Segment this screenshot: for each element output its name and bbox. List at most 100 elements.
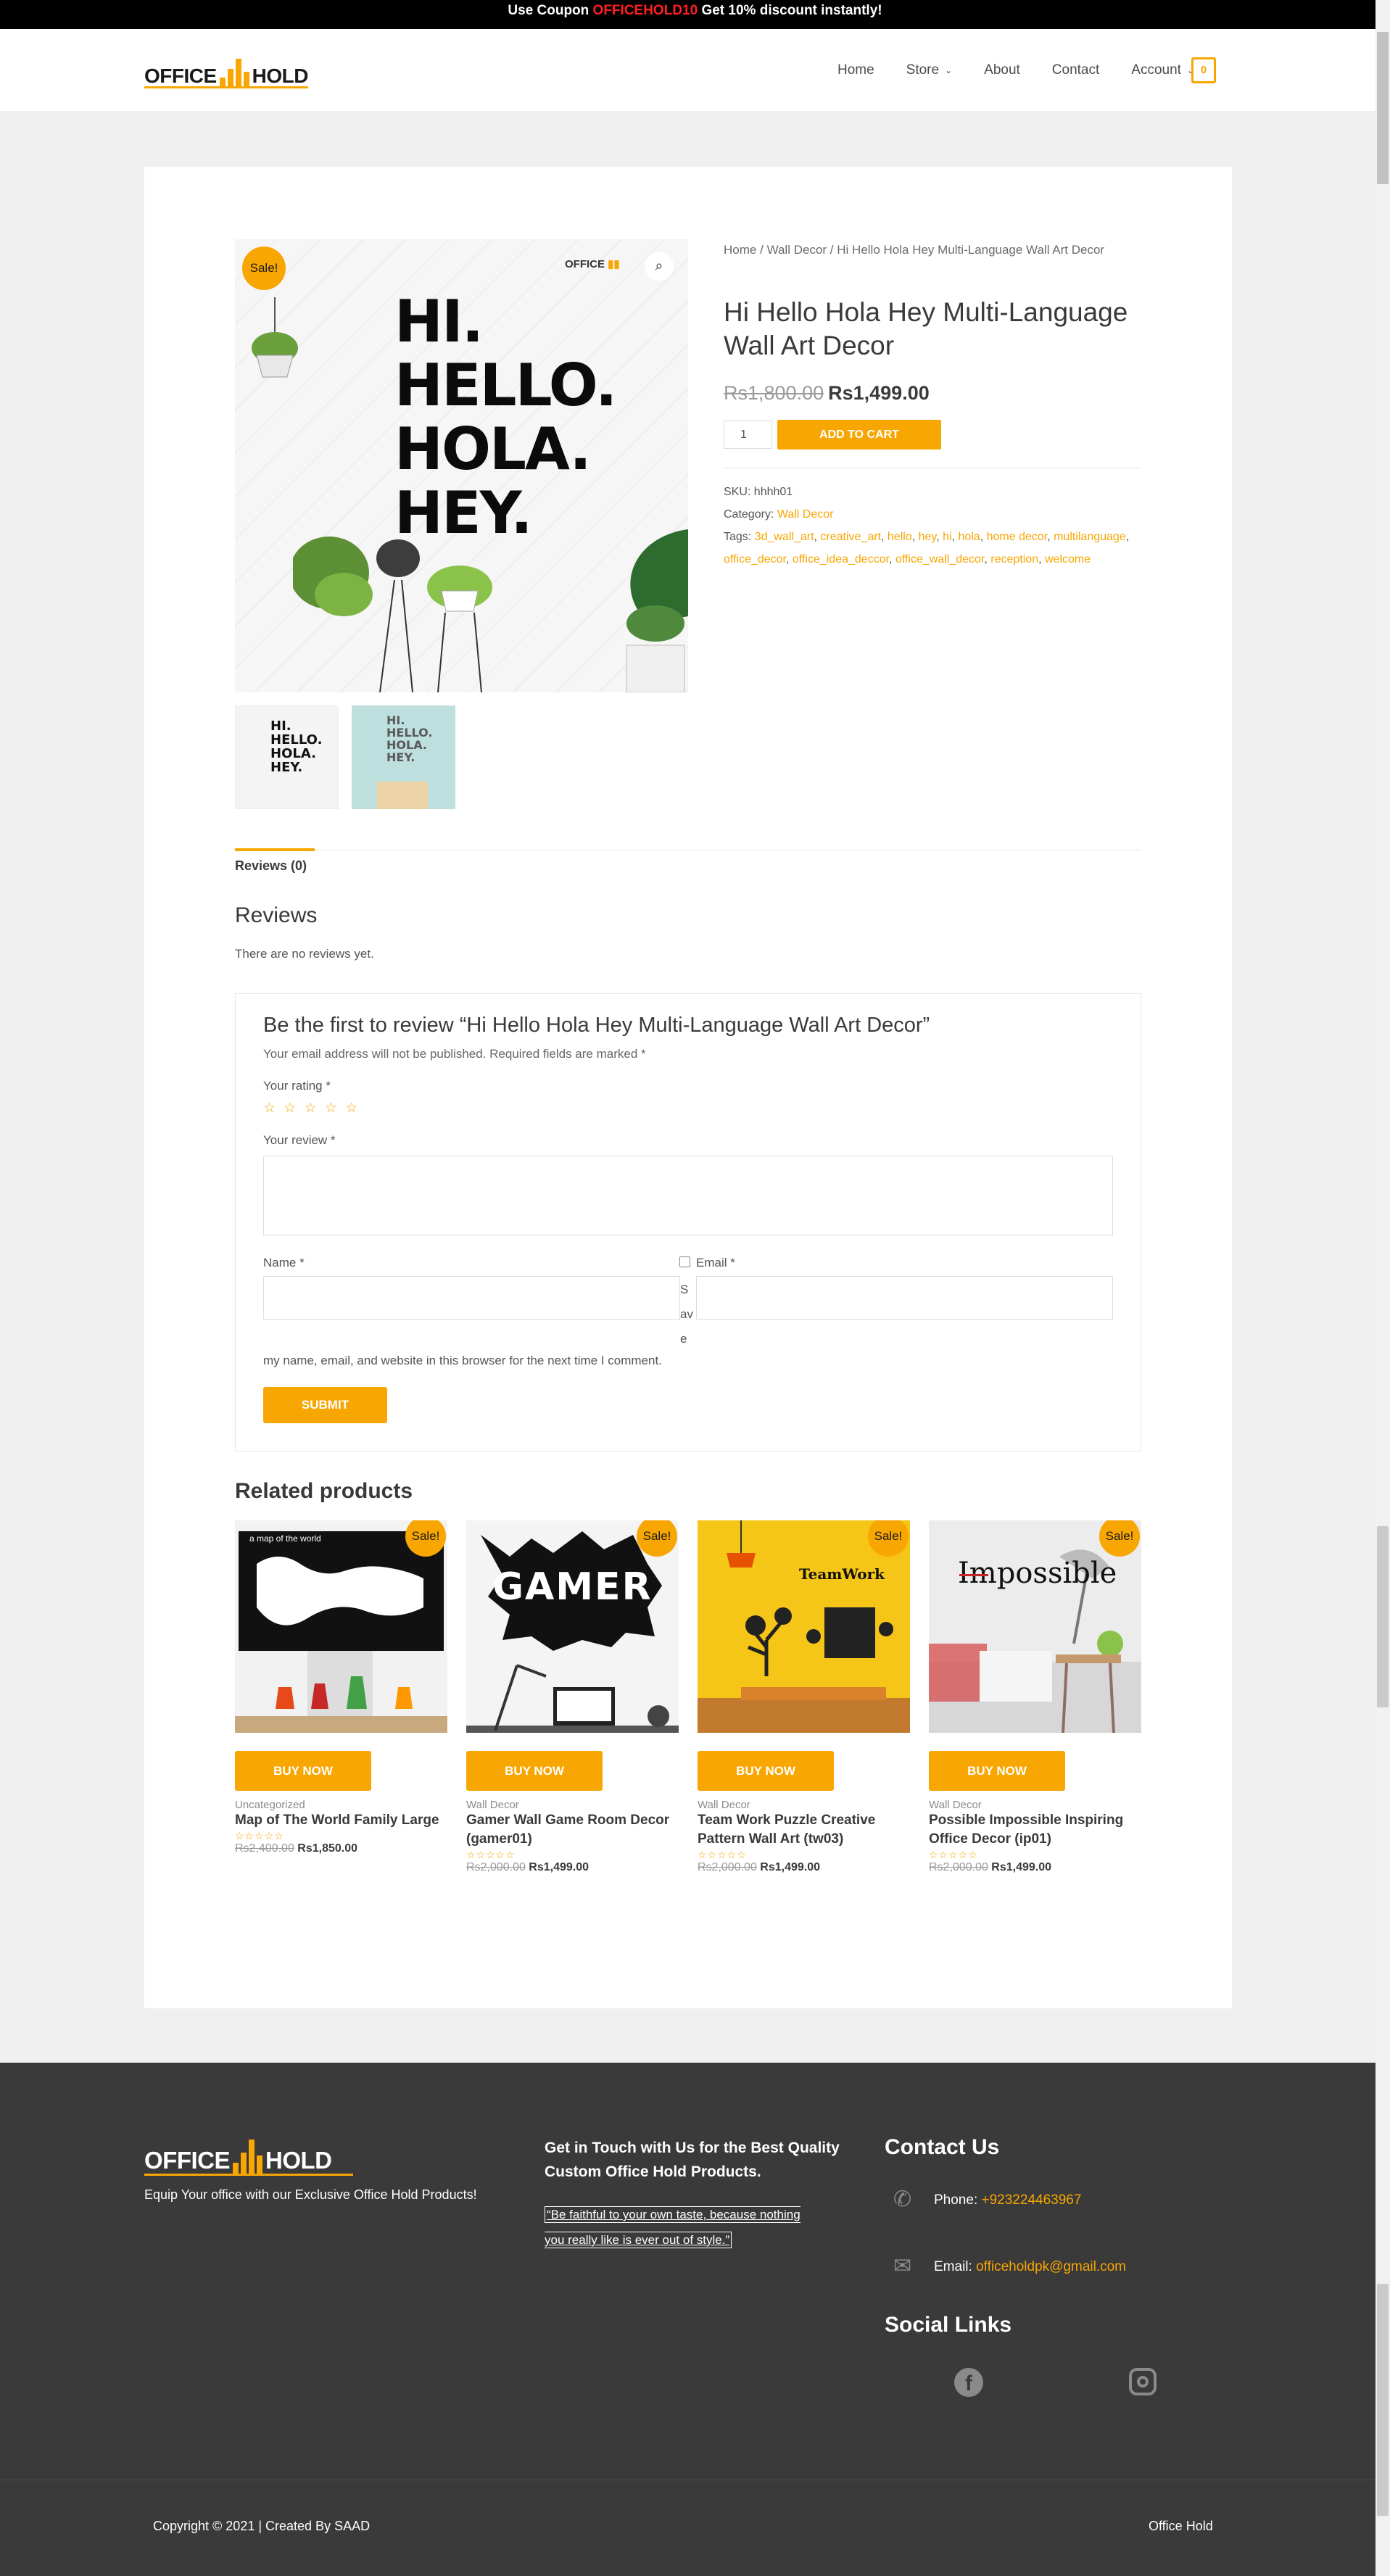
current-price: Rs1,850.00 (297, 1842, 358, 1855)
fragment-line: av (680, 1307, 693, 1321)
coupon-code: OFFICEHOLD10 (592, 3, 698, 18)
phone-label: Phone: (934, 2192, 978, 2208)
save-info-checkbox[interactable] (679, 1256, 690, 1267)
tag-link[interactable]: hi (943, 531, 951, 543)
related-image-map[interactable]: a map of the world Sale! (235, 1520, 447, 1733)
thumb-line: HOLA. (270, 746, 316, 761)
reviews-heading: Reviews (235, 903, 318, 927)
product-name[interactable]: Possible Impossible Inspiring Office Dec… (929, 1811, 1141, 1849)
tags-row: Tags: 3d_wall_art, creative_art, hello, … (724, 531, 1130, 566)
instagram-icon[interactable] (1129, 2368, 1157, 2395)
name-input[interactable] (263, 1276, 680, 1320)
related-info-4: Wall Decor Possible Impossible Inspiring… (929, 1799, 1141, 1874)
thumbnail-2[interactable]: HI. HELLO. HOLA. HEY. (352, 705, 455, 809)
contact-heading: Contact Us (885, 2135, 1000, 2159)
category-link[interactable]: Wall Decor (777, 508, 834, 521)
social-heading: Social Links (885, 2313, 1012, 2337)
breadcrumb-current: Hi Hello Hola Hey Multi-Language Wall Ar… (837, 243, 1105, 257)
logo-underline (144, 86, 308, 88)
tag-link[interactable]: multilanguage (1054, 531, 1126, 543)
tag-link[interactable]: office_idea_deccor (793, 553, 889, 566)
tag-link[interactable]: 3d_wall_art (755, 531, 814, 543)
tag-link[interactable]: home decor (987, 531, 1048, 543)
nav-contact[interactable]: Contact (1052, 62, 1099, 78)
thumb-line: HEY. (386, 750, 415, 764)
nav-about[interactable]: About (984, 62, 1020, 78)
product-name[interactable]: Team Work Puzzle Creative Pattern Wall A… (698, 1811, 910, 1849)
email-input[interactable] (696, 1276, 1113, 1320)
review-form-title: Be the first to review “Hi Hello Hola He… (263, 1014, 930, 1037)
product-name[interactable]: Gamer Wall Game Room Decor (gamer01) (466, 1811, 679, 1849)
product-category: Wall Decor (929, 1799, 982, 1811)
email-label: Email * (696, 1256, 735, 1270)
rating-stars[interactable]: ☆ ☆ ☆ ☆ ☆ (263, 1100, 360, 1117)
buy-now-button[interactable]: BUY NOW (235, 1751, 371, 1791)
monstera-graphic (605, 515, 688, 692)
facebook-icon[interactable]: f (954, 2368, 983, 2397)
old-price: Rs2,000.00 (929, 1861, 988, 1873)
product-name[interactable]: Map of The World Family Large (235, 1811, 447, 1830)
review-label: Your review * (263, 1133, 336, 1147)
nav-home[interactable]: Home (837, 62, 874, 78)
phone-row: Phone: +923224463967 (934, 2192, 1081, 2208)
plant-stands-graphic (289, 529, 510, 692)
logo-underline (144, 2174, 353, 2176)
breadcrumb-category[interactable]: Wall Decor (767, 243, 827, 257)
buy-now-button[interactable]: BUY NOW (929, 1751, 1065, 1791)
star-rating: ☆☆☆☆☆ (929, 1849, 978, 1860)
tag-link[interactable]: hello (888, 531, 912, 543)
tag-link[interactable]: hey (919, 531, 937, 543)
image-line: HI. (394, 288, 484, 355)
tag-link[interactable]: office_wall_decor (895, 553, 984, 566)
old-price: Rs1,800.00 (724, 382, 824, 404)
tag-link[interactable]: office_decor (724, 553, 786, 566)
scrollbar-thumb[interactable] (1377, 1526, 1389, 1707)
footer-tagline: Equip Your office with our Exclusive Off… (144, 2187, 477, 2202)
related-image-impossible[interactable]: Impossible Sale! (929, 1520, 1141, 1733)
email-link[interactable]: officeholdpk@gmail.com (976, 2259, 1126, 2274)
nav-store[interactable]: Store ⌄ (906, 62, 952, 78)
scrollbar-thumb[interactable] (1377, 32, 1389, 184)
phone-link[interactable]: +923224463967 (982, 2192, 1082, 2208)
product-category: Wall Decor (698, 1799, 750, 1811)
scrollbar-thumb[interactable] (1377, 2284, 1389, 2516)
map-image-caption: a map of the world (249, 1533, 321, 1544)
related-info-1: Uncategorized Map of The World Family La… (235, 1799, 447, 1855)
email-label: Email: (934, 2259, 972, 2274)
envelope-icon: ✉ (893, 2254, 912, 2278)
thumb-line: HEY. (270, 760, 303, 775)
tag-link[interactable]: welcome (1045, 553, 1091, 566)
category-label: Category: (724, 508, 774, 521)
product-price: Rs2,000.00 Rs1,499.00 (698, 1861, 910, 1874)
buy-now-button[interactable]: BUY NOW (698, 1751, 834, 1791)
submit-review-button[interactable]: SUBMIT (263, 1387, 387, 1423)
tab-reviews[interactable]: Reviews (0) (235, 858, 307, 874)
breadcrumb-home[interactable]: Home (724, 243, 756, 257)
nav-account[interactable]: Account ⌄ (1131, 62, 1194, 78)
buy-now-button[interactable]: BUY NOW (466, 1751, 603, 1791)
footer-logo[interactable]: OFFICE HOLD (144, 2135, 332, 2174)
zoom-search-icon[interactable]: ⌕ (645, 252, 674, 281)
tag-link[interactable]: creative_art (820, 531, 881, 543)
copyright: Copyright © 2021 | Created By SAAD (153, 2519, 371, 2533)
star-rating: ☆☆☆☆☆ (466, 1849, 516, 1860)
quantity-input[interactable]: 1 (724, 421, 772, 449)
thumbnail-1[interactable]: HI. HELLO. HOLA. HEY. (235, 705, 339, 809)
related-image-gamer[interactable]: GAMER Sale! (466, 1520, 679, 1733)
promo-prefix: Use Coupon (508, 3, 589, 18)
current-price: Rs1,499.00 (529, 1861, 589, 1873)
product-meta: SKU: hhhh01 Category: Wall Decor Tags: 3… (724, 481, 1144, 571)
tag-link[interactable]: hola (958, 531, 980, 543)
cart-button[interactable]: 0 (1191, 57, 1216, 83)
site-logo[interactable]: OFFICE HOLD (144, 54, 309, 88)
tag-link[interactable]: reception (990, 553, 1038, 566)
add-to-cart-button[interactable]: ADD TO CART (777, 420, 941, 450)
page-scrollbar[interactable] (1375, 0, 1390, 2576)
product-main-image[interactable]: HI. HELLO. HOLA. HEY. Sale! OFFICE ▮▮ ⌕ (235, 239, 688, 692)
review-textarea[interactable] (263, 1156, 1113, 1235)
logo-bars-icon (219, 54, 249, 88)
related-image-teamwork[interactable]: TeamWork Sale! (698, 1520, 910, 1733)
product-category: Wall Decor (466, 1799, 519, 1811)
save-info-label: my name, email, and website in this brow… (263, 1354, 662, 1367)
thumbnail-lettering: HI. HELLO. HOLA. HEY. (352, 705, 455, 763)
